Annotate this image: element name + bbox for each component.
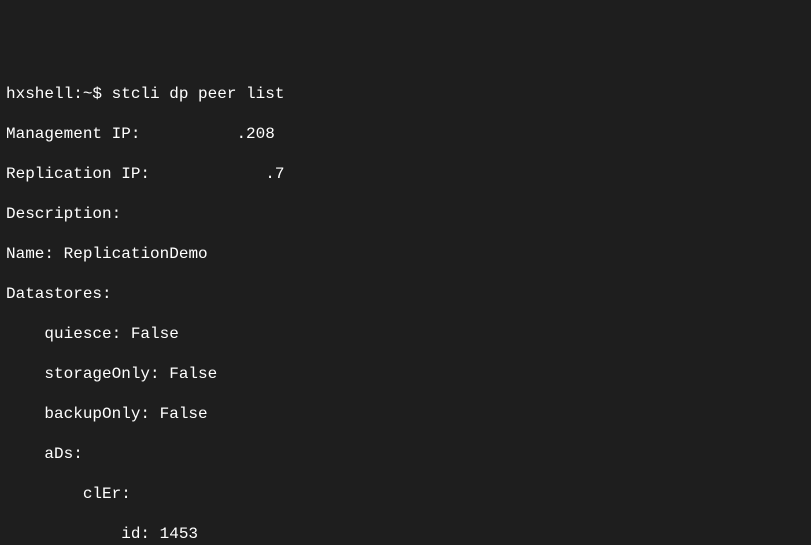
- terminal-line: backupOnly: False: [6, 404, 805, 424]
- terminal-line: aDs:: [6, 444, 805, 464]
- terminal-line: clEr:: [6, 484, 805, 504]
- datastores-label: Datastores:: [6, 285, 112, 303]
- description-label: Description:: [6, 205, 121, 223]
- ads-cler-id: id: 1453: [121, 525, 198, 543]
- repl-ip-label: Replication IP:: [6, 165, 150, 183]
- ads: aDs:: [44, 445, 82, 463]
- terminal-line: id: 1453: [6, 524, 805, 544]
- mgmt-ip-label: Management IP:: [6, 125, 140, 143]
- terminal-line: Replication IP: .7: [6, 164, 805, 184]
- name-label: Name:: [6, 245, 54, 263]
- quiesce: quiesce: False: [44, 325, 178, 343]
- terminal-line-command: hxshell:~$ stcli dp peer list: [6, 84, 805, 104]
- terminal-line: Datastores:: [6, 284, 805, 304]
- repl-ip-value: .7: [265, 165, 284, 183]
- terminal-line: Description:: [6, 204, 805, 224]
- prompt: hxshell:~$: [6, 85, 112, 103]
- terminal-line: Management IP: .208: [6, 124, 805, 144]
- name-value: ReplicationDemo: [64, 245, 208, 263]
- mgmt-ip-value: .208: [236, 125, 274, 143]
- command-text[interactable]: stcli dp peer list: [112, 85, 285, 103]
- terminal-line: quiesce: False: [6, 324, 805, 344]
- storage-only: storageOnly: False: [44, 365, 217, 383]
- terminal-line: Name: ReplicationDemo: [6, 244, 805, 264]
- ads-cler: clEr:: [83, 485, 131, 503]
- terminal-line: storageOnly: False: [6, 364, 805, 384]
- backup-only: backupOnly: False: [44, 405, 207, 423]
